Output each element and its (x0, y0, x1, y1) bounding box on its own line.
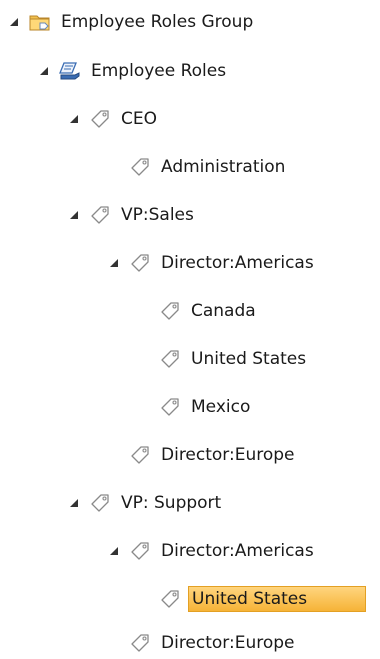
expanded-triangle-icon[interactable] (108, 545, 120, 557)
expanded-triangle-icon[interactable] (68, 209, 80, 221)
folder-group-icon (28, 10, 52, 34)
node-label-selected[interactable]: United States (188, 586, 366, 612)
tree-node-sales-united-states[interactable]: United States (158, 343, 309, 375)
tag-icon (128, 631, 152, 655)
tree-node-ceo[interactable]: CEO (68, 103, 160, 135)
expanded-triangle-icon[interactable] (68, 113, 80, 125)
tag-icon (128, 251, 152, 275)
expanded-triangle-icon[interactable] (68, 497, 80, 509)
node-label[interactable]: VP: Support (118, 490, 224, 516)
tag-icon (88, 203, 112, 227)
tree-node-administration[interactable]: Administration (128, 151, 288, 183)
tree-node-support-director-americas[interactable]: Director:Americas (108, 535, 317, 567)
tag-icon (88, 107, 112, 131)
node-label[interactable]: Director:Europe (158, 442, 298, 468)
node-label[interactable]: Canada (188, 298, 259, 324)
tag-icon (158, 587, 182, 611)
tag-icon (128, 155, 152, 179)
tree-node-support-united-states[interactable]: United States (158, 583, 366, 615)
node-label[interactable]: VP:Sales (118, 202, 197, 228)
tree-node-sales-director-europe[interactable]: Director:Europe (128, 439, 298, 471)
roles-stack-icon (58, 59, 82, 83)
tree-node-employee-roles-group[interactable]: Employee Roles Group (8, 6, 256, 38)
node-label[interactable]: Director:Americas (158, 250, 317, 276)
expanded-triangle-icon[interactable] (38, 65, 50, 77)
node-label[interactable]: Administration (158, 154, 288, 180)
tree-node-support-director-europe[interactable]: Director:Europe (128, 627, 298, 659)
tree-node-vp-sales[interactable]: VP:Sales (68, 199, 197, 231)
tag-icon (88, 491, 112, 515)
node-label[interactable]: Employee Roles (88, 58, 229, 84)
expanded-triangle-icon[interactable] (108, 257, 120, 269)
node-label[interactable]: Director:Europe (158, 630, 298, 656)
node-label[interactable]: Director:Americas (158, 538, 317, 564)
roles-tree: Employee Roles Group Employee Roles CEO (0, 0, 380, 659)
tree-node-employee-roles[interactable]: Employee Roles (38, 55, 229, 87)
tag-icon (128, 443, 152, 467)
expanded-triangle-icon[interactable] (8, 16, 20, 28)
tree-node-canada[interactable]: Canada (158, 295, 259, 327)
tag-icon (158, 299, 182, 323)
tag-icon (128, 539, 152, 563)
tree-node-sales-director-americas[interactable]: Director:Americas (108, 247, 317, 279)
tree-node-vp-support[interactable]: VP: Support (68, 487, 224, 519)
node-label[interactable]: Mexico (188, 394, 253, 420)
node-label[interactable]: Employee Roles Group (58, 9, 256, 35)
node-label[interactable]: United States (188, 346, 309, 372)
tag-icon (158, 395, 182, 419)
node-label[interactable]: CEO (118, 106, 160, 132)
tag-icon (158, 347, 182, 371)
tree-node-mexico[interactable]: Mexico (158, 391, 253, 423)
